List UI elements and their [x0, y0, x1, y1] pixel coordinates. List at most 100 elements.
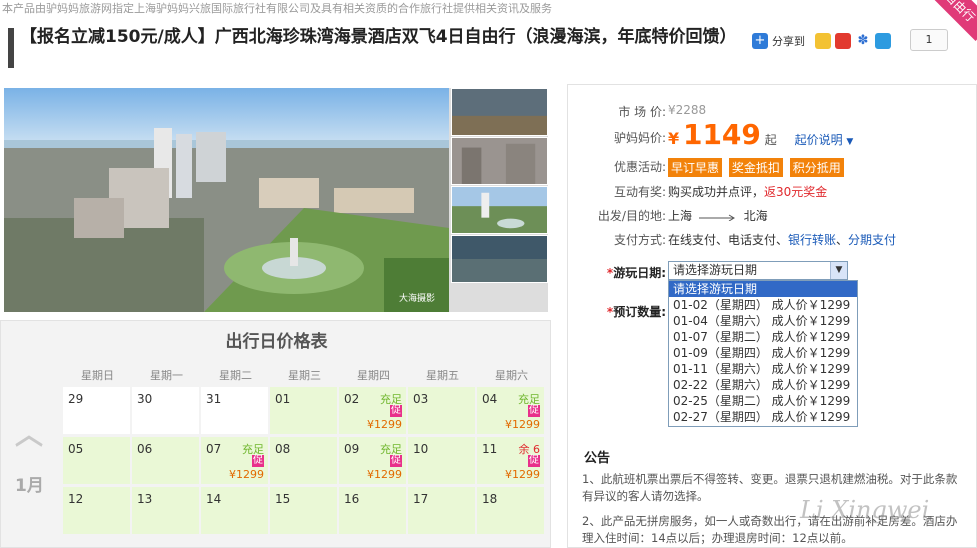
day-number: 02: [344, 392, 360, 406]
paw-icon[interactable]: ✽: [855, 33, 871, 49]
calendar-day-cell: 31: [201, 387, 268, 434]
day-number: 11: [482, 442, 498, 456]
calendar-day-cell: 05: [63, 437, 130, 484]
day-price: ¥1299: [229, 468, 264, 481]
day-price: ¥1299: [367, 418, 402, 431]
day-number: 16: [344, 492, 360, 506]
weekday-wed: 星期三: [288, 369, 321, 382]
weekday-header: 星期日 星期一 星期二 星期三 星期四 星期五 星期六: [63, 367, 547, 383]
calendar-day-cell: 01: [270, 387, 337, 434]
promo-tag: 促: [390, 405, 402, 417]
day-price: ¥1299: [505, 468, 540, 481]
share-plus-icon[interactable]: +: [752, 33, 768, 49]
calendar-day-cell: 18: [477, 487, 544, 534]
day-number: 13: [137, 492, 153, 506]
qty-label: 预订数量:: [613, 305, 666, 319]
weekday-fri: 星期五: [426, 369, 459, 382]
calendar-day-cell: 29: [63, 387, 130, 434]
promo-badge-bonus[interactable]: 奖金抵扣: [728, 158, 783, 177]
day-number: 10: [413, 442, 429, 456]
weekday-sun: 星期日: [81, 369, 114, 382]
pay-installment-link[interactable]: 分期支付: [848, 233, 896, 247]
calendar-day-cell[interactable]: 04 充足促 ¥1299: [477, 387, 544, 434]
day-number: 29: [68, 392, 84, 406]
promo-tag: 促: [390, 455, 402, 467]
thumb-photo-4[interactable]: [451, 235, 548, 283]
day-number: 14: [206, 492, 222, 506]
market-price-label: 市 场 价:: [618, 105, 666, 119]
weekday-thu: 星期四: [357, 369, 390, 382]
reward-amount: 返30元奖金: [764, 185, 828, 199]
signature-watermark: Li Xingwei: [800, 496, 930, 524]
day-price: ¥1299: [505, 418, 540, 431]
price-explain-link[interactable]: 起价说明: [795, 133, 843, 147]
top-notice: 本产品由驴妈妈旅游网指定上海驴妈妈兴旅国际旅行社有限公司及具有相关资质的合作旅行…: [2, 2, 552, 15]
share-label[interactable]: 分享到: [772, 33, 805, 49]
arrow-right-icon: [698, 214, 735, 221]
date-option[interactable]: 01-07（星期二） 成人价￥1299: [669, 329, 857, 345]
promo-badge-points[interactable]: 积分抵用: [789, 158, 844, 177]
weekday-sat: 星期六: [495, 369, 528, 382]
day-number: 03: [413, 392, 429, 406]
date-option[interactable]: 01-09（星期四） 成人价￥1299: [669, 345, 857, 361]
weibo-icon[interactable]: [835, 33, 851, 49]
date-option[interactable]: 01-04（星期六） 成人价￥1299: [669, 313, 857, 329]
pay-bank-transfer-link[interactable]: 银行转账: [788, 233, 836, 247]
day-number: 05: [68, 442, 84, 456]
calendar-day-cell: 03: [408, 387, 475, 434]
pay-separator: 、: [836, 233, 849, 247]
notice-title: 公告: [584, 451, 611, 466]
day-number: 17: [413, 492, 429, 506]
day-number: 06: [137, 442, 153, 456]
promo-tag: 促: [528, 455, 540, 467]
day-price: ¥1299: [367, 468, 402, 481]
title-accent-bar: [8, 28, 14, 68]
qzone-icon[interactable]: [815, 33, 831, 49]
date-option[interactable]: 02-22（星期六） 成人价￥1299: [669, 377, 857, 393]
date-select[interactable]: 请选择游玩日期 ▼: [668, 261, 848, 280]
calendar-day-cell: 06: [132, 437, 199, 484]
thumb-photo-2[interactable]: [451, 137, 548, 185]
date-dropdown-list: 请选择游玩日期 01-02（星期四） 成人价￥1299 01-04（星期六） 成…: [668, 280, 858, 427]
price-value: 1149: [682, 118, 761, 151]
day-number: 12: [68, 492, 84, 506]
date-option[interactable]: 02-25（星期二） 成人价￥1299: [669, 393, 857, 409]
calendar-day-cell[interactable]: 02 充足促 ¥1299: [339, 387, 406, 434]
day-number: 04: [482, 392, 498, 406]
calendar-day-cell[interactable]: 11 余 6 促 ¥1299: [477, 437, 544, 484]
date-option[interactable]: 02-27（星期四） 成人价￥1299: [669, 409, 857, 425]
price-currency: ¥: [668, 129, 680, 148]
prev-month-chevron-icon[interactable]: ︿: [15, 413, 47, 451]
thumb-photo-1[interactable]: [451, 88, 548, 136]
calendar-day-cell: 13: [132, 487, 199, 534]
calendar-day-cell: 30: [132, 387, 199, 434]
date-option[interactable]: 请选择游玩日期: [669, 281, 857, 297]
day-number: 18: [482, 492, 498, 506]
booking-panel: 市 场 价: ¥2288 驴妈妈价: ¥ 1149 起 起价说明 ▼ 优惠活动:…: [567, 84, 977, 548]
day-number: 09: [344, 442, 360, 456]
promo-tag: 促: [252, 455, 264, 467]
calendar-day-cell: 14: [201, 487, 268, 534]
calendar-day-cell[interactable]: 09 充足促 ¥1299: [339, 437, 406, 484]
photo-gallery: 大海摄影: [4, 88, 548, 312]
promo-badge-early[interactable]: 早订早惠: [668, 158, 723, 177]
promo-label: 优惠活动:: [613, 160, 666, 174]
weekday-tue: 星期二: [219, 369, 252, 382]
pay-methods: 在线支付、电话支付、: [668, 233, 789, 247]
chevron-down-icon[interactable]: ▼: [846, 137, 853, 147]
day-number: 01: [275, 392, 291, 406]
date-option[interactable]: 01-02（星期四） 成人价￥1299: [669, 297, 857, 313]
calendar-day-cell: 16: [339, 487, 406, 534]
dropdown-arrow-icon[interactable]: ▼: [830, 262, 847, 279]
qq-icon[interactable]: [875, 33, 891, 49]
main-photo[interactable]: [4, 88, 449, 312]
date-label: 游玩日期:: [613, 266, 666, 280]
calendar-day-cell: 15: [270, 487, 337, 534]
thumb-photo-3[interactable]: [451, 186, 548, 234]
day-number: 15: [275, 492, 291, 506]
calendar-day-cell[interactable]: 07 充足促 ¥1299: [201, 437, 268, 484]
calendar-day-cell: 17: [408, 487, 475, 534]
lv-price-label: 驴妈妈价:: [613, 131, 666, 145]
weekday-mon: 星期一: [150, 369, 183, 382]
date-option[interactable]: 01-11（星期六） 成人价￥1299: [669, 361, 857, 377]
